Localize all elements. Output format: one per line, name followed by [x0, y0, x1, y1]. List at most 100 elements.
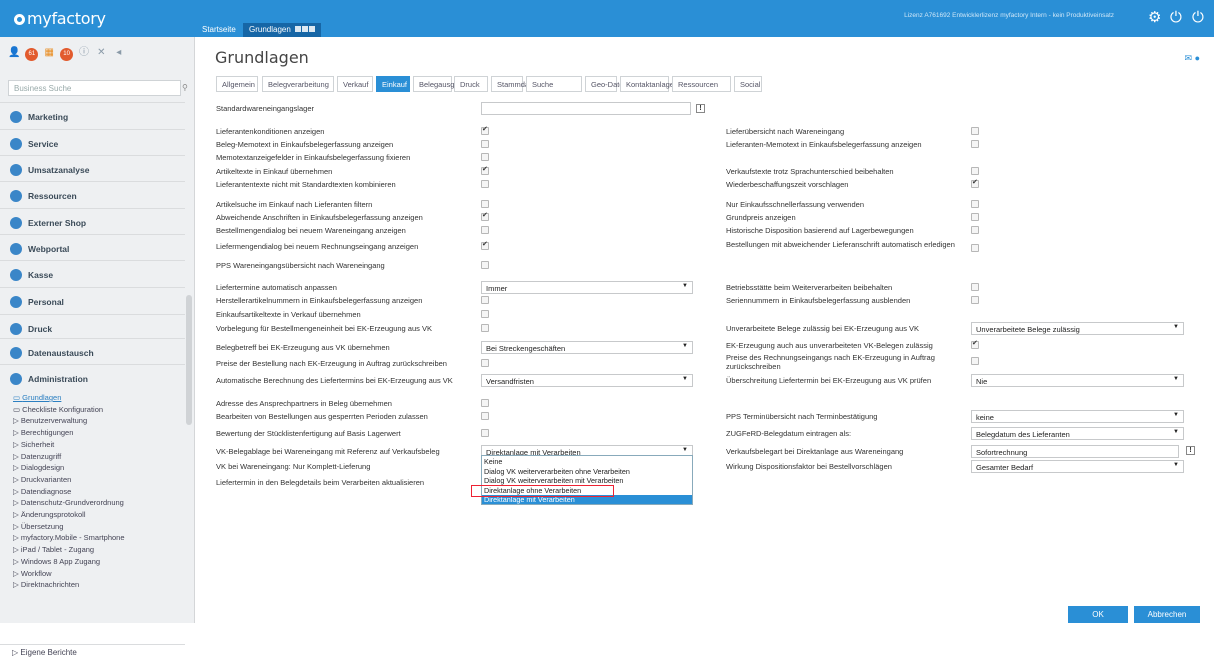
notes-badge[interactable]: 10 — [60, 48, 74, 61]
sidebar-subitem[interactable]: ▷ Benutzerverwaltung — [13, 416, 87, 425]
sidebar-section-datenaustausch[interactable]: Datenaustausch — [0, 338, 185, 366]
right-setting-checkbox[interactable] — [971, 226, 979, 234]
sidebar-section-umsatzanalyse[interactable]: Umsatzanalyse — [0, 155, 185, 183]
right-setting-checkbox[interactable] — [971, 283, 979, 291]
tab-kontaktanlage[interactable]: Kontaktanlage — [620, 76, 674, 92]
right-setting-text[interactable]: Sofortrechnung — [971, 445, 1179, 458]
sidebar-subitem[interactable]: ▷ Sicherheit — [13, 440, 54, 449]
sidebar-section-marketing[interactable]: Marketing — [0, 102, 185, 130]
back-icon[interactable]: ◂ — [112, 46, 125, 59]
standard-lager-lookup-icon[interactable]: ! — [696, 104, 705, 113]
left-setting-checkbox[interactable] — [481, 226, 489, 234]
messages-badge[interactable]: 61 — [25, 48, 39, 61]
sidebar-section-personal[interactable]: Personal — [0, 287, 185, 315]
cancel-button[interactable]: Abbrechen — [1134, 606, 1200, 623]
left-setting-checkbox[interactable] — [481, 310, 489, 318]
sidebar-subitem[interactable]: ▷ Datendiagnose — [13, 487, 71, 496]
sidebar-subitem[interactable]: ▷ Direktnachrichten — [13, 580, 79, 589]
sidebar-section-webportal[interactable]: Webportal — [0, 234, 185, 262]
sidebar-section-ressourcen[interactable]: Ressourcen — [0, 181, 185, 209]
right-setting-checkbox[interactable] — [971, 357, 979, 365]
tab-allgemein[interactable]: Allgemein — [216, 76, 258, 92]
sidebar-subitem[interactable]: ▷ myfactory.Mobile - Smartphone — [13, 533, 125, 542]
sidebar-subitem[interactable]: ▷ Druckvarianten — [13, 475, 71, 484]
sidebar-subitem[interactable]: ▷ Berechtigungen — [13, 428, 73, 437]
tab-verkauf[interactable]: Verkauf — [337, 76, 373, 92]
sidebar-subitem[interactable]: ▭ Grundlagen — [13, 393, 61, 402]
left-setting-checkbox[interactable] — [481, 140, 489, 148]
dropdown-option[interactable]: Keine — [482, 457, 692, 466]
right-setting-select[interactable]: Gesamter Bedarf ▼ — [971, 460, 1184, 473]
app-logo[interactable]: myfactory — [14, 9, 106, 28]
sidebar-subitem[interactable]: ▷ Übersetzung — [13, 522, 63, 531]
right-setting-checkbox[interactable] — [971, 339, 979, 349]
gear-icon[interactable]: ⚙ — [1148, 10, 1161, 25]
dropdown-option[interactable]: Dialog VK weiterverarbeiten mit Verarbei… — [482, 476, 692, 485]
tab-druck[interactable]: Druck — [454, 76, 488, 92]
right-setting-select[interactable]: Nie ▼ — [971, 374, 1184, 387]
calendar-icon[interactable]: ▦ — [43, 46, 56, 59]
sidebar-subitem[interactable]: ▷ Workflow — [13, 569, 52, 578]
right-setting-checkbox[interactable] — [971, 178, 979, 188]
right-setting-checkbox[interactable] — [971, 127, 979, 135]
tab-stammdaten[interactable]: Stammdaten — [491, 76, 540, 92]
dropdown-option[interactable]: Dialog VK weiterverarbeiten ohne Verarbe… — [482, 467, 692, 476]
left-setting-checkbox[interactable] — [481, 125, 489, 135]
sidebar-section-administration[interactable]: Administration — [0, 364, 185, 392]
tab-geo-daten[interactable]: Geo-Daten — [585, 76, 628, 92]
business-search-input[interactable]: Business Suche — [8, 80, 181, 96]
sidebar-subitem[interactable]: ▭ Checkliste Konfiguration — [13, 405, 103, 414]
sidebar-subitem[interactable]: ▷ Dialogdesign — [13, 463, 64, 472]
left-setting-checkbox[interactable] — [481, 399, 489, 407]
ok-button[interactable]: OK — [1068, 606, 1128, 623]
power-icon[interactable]: ⏻ — [1170, 10, 1182, 25]
left-setting-checkbox[interactable] — [481, 153, 489, 161]
sidebar-subitem[interactable]: ▷ Datenschutz-Grundverordnung — [13, 498, 124, 507]
chat-icon[interactable]: ● — [1195, 53, 1200, 63]
right-setting-checkbox[interactable] — [971, 296, 979, 304]
sidebar-section-kasse[interactable]: Kasse — [0, 260, 185, 288]
left-setting-checkbox[interactable] — [481, 296, 489, 304]
tab-social[interactable]: Social — [734, 76, 762, 92]
left-setting-checkbox[interactable] — [481, 429, 489, 437]
mail-icon[interactable]: ✉ — [1185, 53, 1193, 63]
right-setting-select[interactable]: Belegdatum des Lieferanten ▼ — [971, 427, 1184, 440]
sidebar-subitem[interactable]: ▷ Datenzugriff — [13, 452, 61, 461]
tab-einkauf[interactable]: Einkauf — [376, 76, 410, 92]
left-setting-checkbox[interactable] — [481, 200, 489, 208]
left-setting-checkbox[interactable] — [481, 240, 489, 250]
dropdown-list[interactable]: Keine Dialog VK weiterverarbeiten ohne Ve… — [481, 455, 693, 505]
right-setting-checkbox[interactable] — [971, 167, 979, 175]
top-tab-startseite[interactable]: Startseite — [196, 23, 242, 37]
tab-belegverarbeitung[interactable]: Belegverarbeitung — [262, 76, 334, 92]
standard-lager-field[interactable] — [481, 102, 691, 115]
right-setting-checkbox[interactable] — [971, 213, 979, 221]
top-tab-grundlagen[interactable]: Grundlagen — [243, 23, 321, 37]
tab-suche[interactable]: Suche — [526, 76, 582, 92]
left-setting-checkbox[interactable] — [481, 359, 489, 367]
sidebar-subitem[interactable]: ▷ Windows 8 App Zugang — [13, 557, 100, 566]
left-setting-checkbox[interactable] — [481, 261, 489, 269]
tab-belegausgabe[interactable]: Belegausgabe — [413, 76, 467, 92]
sidebar-subitem[interactable]: ▷ Änderungsprotokoll — [13, 510, 86, 519]
right-setting-select[interactable]: keine ▼ — [971, 410, 1184, 423]
power-alt-icon[interactable]: ⏻ — [1192, 10, 1204, 25]
sidebar-section-externer-shop[interactable]: Externer Shop — [0, 208, 185, 236]
person-icon[interactable]: 👤 — [8, 46, 21, 59]
close-icon[interactable]: ✕ — [95, 46, 108, 59]
sidebar-subitem[interactable]: ▷ iPad / Tablet - Zugang — [13, 545, 94, 554]
left-setting-checkbox[interactable] — [481, 211, 489, 221]
right-setting-checkbox[interactable] — [971, 140, 979, 148]
left-setting-select[interactable]: Versandfristen ▼ — [481, 374, 693, 387]
sidebar-scrollbar[interactable] — [186, 295, 192, 425]
search-options-icon[interactable]: ⚲ — [182, 83, 188, 92]
left-setting-select[interactable]: Immer ▼ — [481, 281, 693, 294]
sidebar-item-eigene-berichte[interactable]: ▷ Eigene Berichte — [0, 644, 185, 660]
left-setting-checkbox[interactable] — [481, 412, 489, 420]
right-setting-select[interactable]: Unverarbeitete Belege zulässig ▼ — [971, 322, 1184, 335]
tab-controls[interactable] — [294, 25, 315, 34]
left-setting-checkbox[interactable] — [481, 180, 489, 188]
lookup-icon[interactable]: ! — [1186, 446, 1195, 455]
left-setting-checkbox[interactable] — [481, 165, 489, 175]
tab-ressourcen[interactable]: Ressourcen — [672, 76, 731, 92]
